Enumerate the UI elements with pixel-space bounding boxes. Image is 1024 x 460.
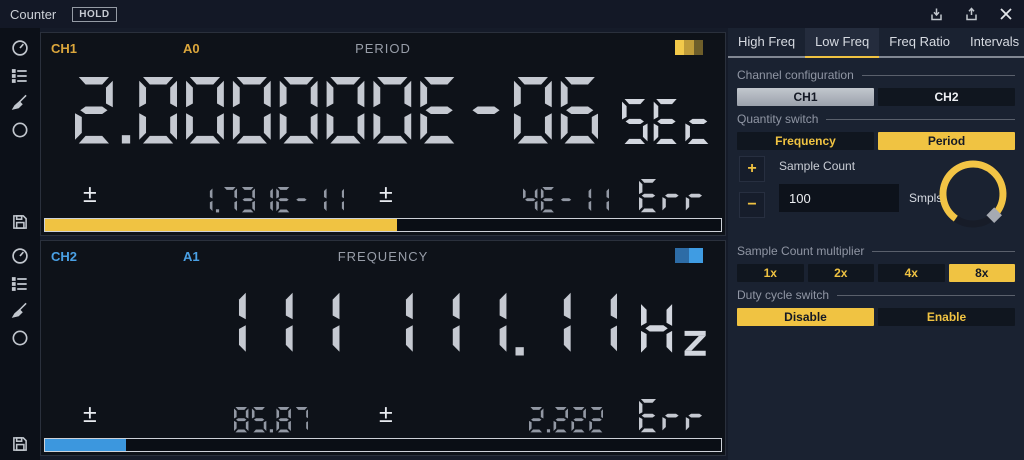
measurement-unit — [622, 99, 711, 150]
channel-ch1-button[interactable]: CH1 — [737, 88, 874, 106]
error-value-2 — [471, 407, 661, 438]
progress-fill — [45, 219, 397, 231]
plus-minus-sign: ± — [83, 179, 97, 209]
duty-enable-button[interactable]: Enable — [878, 308, 1015, 326]
quantity-period-button[interactable]: Period — [878, 132, 1015, 150]
tab-low-freq[interactable]: Low Freq — [805, 28, 879, 58]
measurement-value — [75, 77, 599, 150]
settings-panel: High Freq Low Freq Freq Ratio Intervals … — [728, 28, 1024, 460]
error-value-1 — [161, 187, 381, 218]
error-value-2 — [471, 187, 661, 218]
upload-icon[interactable] — [963, 6, 980, 23]
measurement-display — [75, 77, 711, 150]
circle-icon[interactable] — [10, 120, 30, 140]
channel-mode-label: FREQUENCY — [41, 249, 725, 264]
download-icon[interactable] — [928, 6, 945, 23]
mode-tabs: High Freq Low Freq Freq Ratio Intervals — [728, 28, 1024, 58]
tab-intervals[interactable]: Intervals — [960, 28, 1024, 58]
channel-2-panel: CH2 A1 FREQUENCY ± ± — [40, 240, 726, 456]
multiplier-8x-button[interactable]: 8x — [949, 264, 1016, 282]
error-stats-row: ± ± — [41, 399, 725, 439]
tab-high-freq[interactable]: High Freq — [728, 28, 805, 58]
multiplier-4x-button[interactable]: 4x — [878, 264, 945, 282]
list-icon[interactable] — [10, 66, 30, 86]
history-icon[interactable] — [10, 38, 30, 58]
list-icon[interactable] — [10, 274, 30, 294]
err-label — [639, 399, 705, 438]
progress-fill — [45, 439, 126, 451]
plus-minus-sign: ± — [379, 399, 393, 429]
plus-minus-sign: ± — [379, 179, 393, 209]
progress-bar — [44, 218, 722, 232]
section-quantity-switch: Quantity switch — [737, 111, 1015, 127]
sample-count-decrement-button[interactable]: − — [739, 192, 765, 218]
channel-1-panel: CH1 A0 PERIOD ± ± — [40, 32, 726, 236]
sample-count-label: Sample Count — [779, 159, 855, 173]
sample-count-knob[interactable] — [935, 156, 1011, 232]
tab-freq-ratio[interactable]: Freq Ratio — [879, 28, 960, 58]
channel-color-indicator[interactable] — [675, 248, 703, 263]
err-label — [639, 179, 705, 218]
display-area: CH1 A0 PERIOD ± ± CH2 A1 FREQUENCY — [40, 28, 728, 460]
tool-sidebar — [0, 28, 40, 460]
channel-color-indicator[interactable] — [675, 40, 703, 55]
measurement-unit — [641, 301, 711, 362]
multiplier-2x-button[interactable]: 2x — [808, 264, 875, 282]
error-value-1 — [161, 407, 381, 438]
counter-window: Counter HOLD CH1 A0 PE — [0, 0, 1024, 460]
section-channel-configuration: Channel configuration — [737, 67, 1015, 83]
hold-button[interactable]: HOLD — [72, 7, 116, 22]
save-icon[interactable] — [10, 434, 30, 454]
progress-bar — [44, 438, 722, 452]
quantity-frequency-button[interactable]: Frequency — [737, 132, 874, 150]
section-sample-count-multiplier: Sample Count multiplier — [737, 243, 1015, 259]
history-icon[interactable] — [10, 246, 30, 266]
clean-broom-icon[interactable] — [10, 300, 30, 320]
channel-ch2-button[interactable]: CH2 — [878, 88, 1015, 106]
sample-count-block: + − Sample Count Smpls — [737, 154, 1015, 238]
measurement-value — [208, 289, 618, 362]
title-bar: Counter HOLD — [0, 0, 1024, 28]
save-icon[interactable] — [10, 212, 30, 232]
multiplier-1x-button[interactable]: 1x — [737, 264, 804, 282]
clean-broom-icon[interactable] — [10, 92, 30, 112]
circle-icon[interactable] — [10, 328, 30, 348]
section-duty-cycle-switch: Duty cycle switch — [737, 287, 1015, 303]
window-title: Counter — [10, 7, 56, 22]
channel-mode-label: PERIOD — [41, 41, 725, 56]
sample-count-increment-button[interactable]: + — [739, 156, 765, 182]
duty-disable-button[interactable]: Disable — [737, 308, 874, 326]
plus-minus-sign: ± — [83, 399, 97, 429]
measurement-display — [208, 289, 711, 362]
sample-count-input[interactable] — [779, 184, 899, 212]
error-stats-row: ± ± — [41, 179, 725, 219]
close-icon[interactable] — [998, 6, 1014, 22]
